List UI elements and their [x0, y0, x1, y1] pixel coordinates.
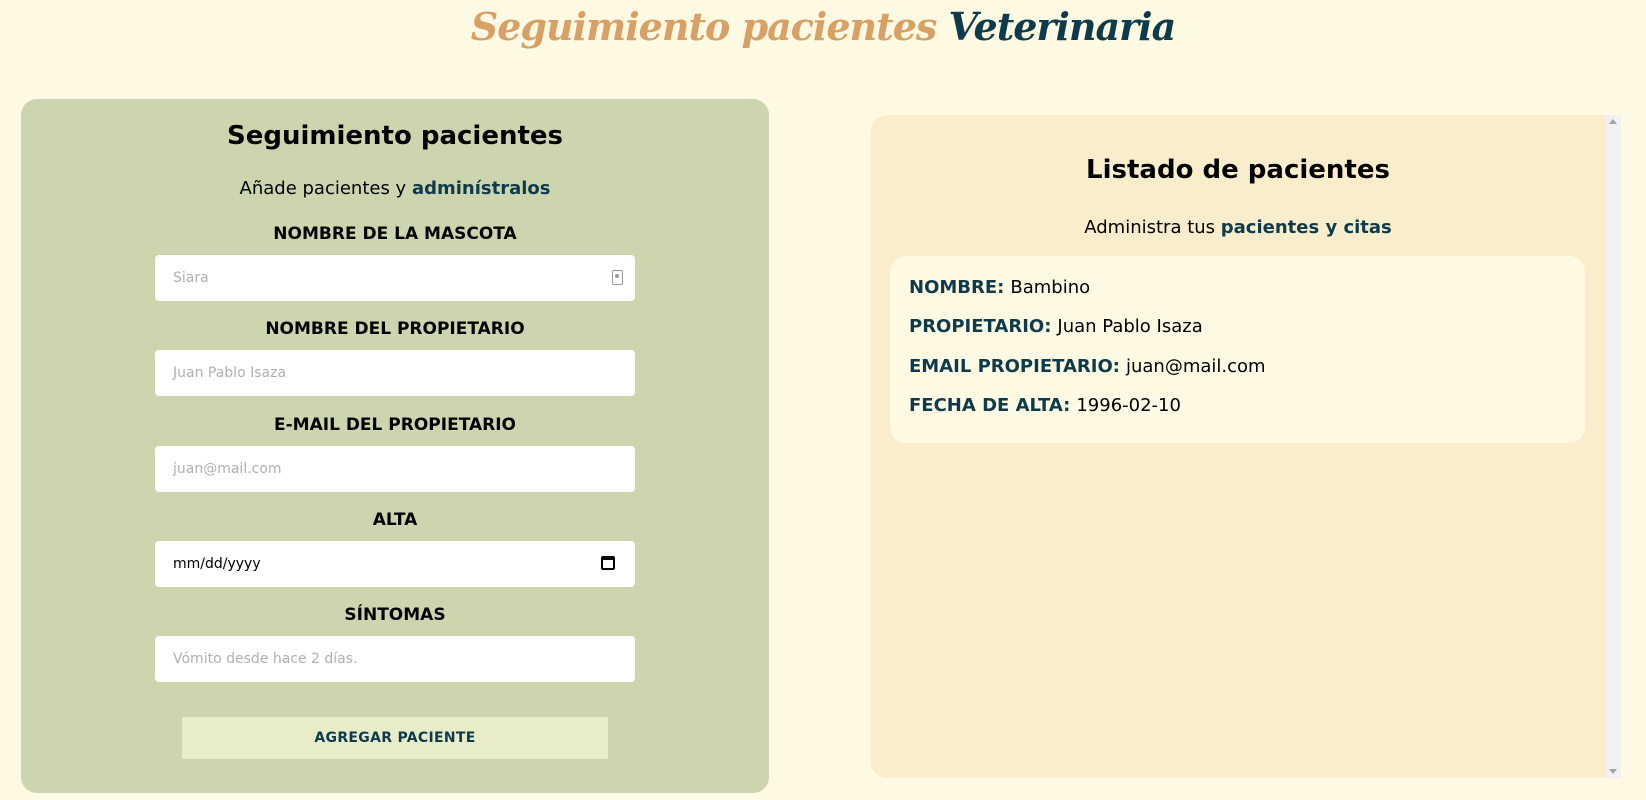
add-patient-button[interactable]: AGREGAR PACIENTE	[182, 717, 608, 759]
owner-email-input[interactable]: juan@mail.com	[155, 446, 635, 492]
list-subtitle-emphasis: pacientes y citas	[1220, 217, 1392, 238]
calendar-icon[interactable]	[601, 556, 615, 570]
form-subtitle-emphasis: adminístralos	[411, 178, 551, 199]
list-scrollbar[interactable]	[1605, 115, 1621, 778]
symptoms-label: SÍNTOMAS	[344, 605, 446, 625]
patient-owner-value: Juan Pablo Isaza	[1057, 316, 1203, 337]
symptoms-placeholder: Vómito desde hace 2 días.	[173, 651, 358, 667]
list-subtitle-prefix: Administra tus	[1084, 217, 1221, 238]
app-title: Seguimiento pacientes Veterinaria	[0, 4, 1646, 49]
patient-date-key: FECHA DE ALTA:	[909, 395, 1071, 416]
owner-email-label: E-MAIL DEL PROPIETARIO	[274, 415, 516, 435]
patient-date-row: FECHA DE ALTA: 1996-02-10	[909, 395, 1181, 416]
patient-name-key: NOMBRE:	[909, 277, 1005, 298]
pet-name-label: NOMBRE DE LA MASCOTA	[273, 224, 517, 244]
patient-name-row: NOMBRE: Bambino	[909, 277, 1090, 298]
discharge-date-placeholder: mm/dd/yyyy	[173, 556, 261, 572]
patient-card: NOMBRE: Bambino PROPIETARIO: Juan Pablo Is…	[890, 256, 1585, 443]
pet-name-placeholder: Siara	[173, 270, 209, 286]
patient-form-panel: Seguimiento pacientes Añade pacientes y …	[21, 99, 769, 793]
form-subtitle: Añade pacientes y adminístralos	[21, 178, 769, 199]
patient-name-value: Bambino	[1010, 277, 1091, 298]
app-title-part1: Seguimiento pacientes	[470, 4, 938, 49]
scroll-up-arrow-icon[interactable]	[1609, 119, 1617, 124]
owner-name-placeholder: Juan Pablo Isaza	[173, 365, 287, 381]
discharge-date-label: ALTA	[372, 510, 418, 530]
patient-date-value: 1996-02-10	[1076, 395, 1181, 416]
owner-name-label: NOMBRE DEL PROPIETARIO	[265, 319, 525, 339]
app-title-part2: Veterinaria	[948, 4, 1177, 49]
patient-email-row: EMAIL PROPIETARIO: juan@mail.com	[909, 356, 1266, 377]
owner-email-placeholder: juan@mail.com	[173, 461, 282, 477]
contact-card-icon[interactable]	[612, 270, 623, 285]
pet-name-input[interactable]: Siara	[155, 255, 635, 301]
patient-email-key: EMAIL PROPIETARIO:	[909, 356, 1120, 377]
patient-owner-row: PROPIETARIO: Juan Pablo Isaza	[909, 316, 1203, 337]
form-subtitle-prefix: Añade pacientes y	[239, 178, 412, 199]
symptoms-input[interactable]: Vómito desde hace 2 días.	[155, 636, 635, 682]
patient-email-value: juan@mail.com	[1125, 356, 1266, 377]
scroll-down-arrow-icon[interactable]	[1609, 769, 1617, 774]
form-title: Seguimiento pacientes	[226, 121, 564, 151]
discharge-date-input[interactable]: mm/dd/yyyy	[155, 541, 635, 587]
owner-name-input[interactable]: Juan Pablo Isaza	[155, 350, 635, 396]
list-subtitle: Administra tus pacientes y citas	[871, 217, 1605, 238]
patient-owner-key: PROPIETARIO:	[909, 316, 1052, 337]
patient-list-panel: Listado de pacientes Administra tus paci…	[871, 115, 1605, 778]
list-title: Listado de pacientes	[1086, 155, 1390, 185]
